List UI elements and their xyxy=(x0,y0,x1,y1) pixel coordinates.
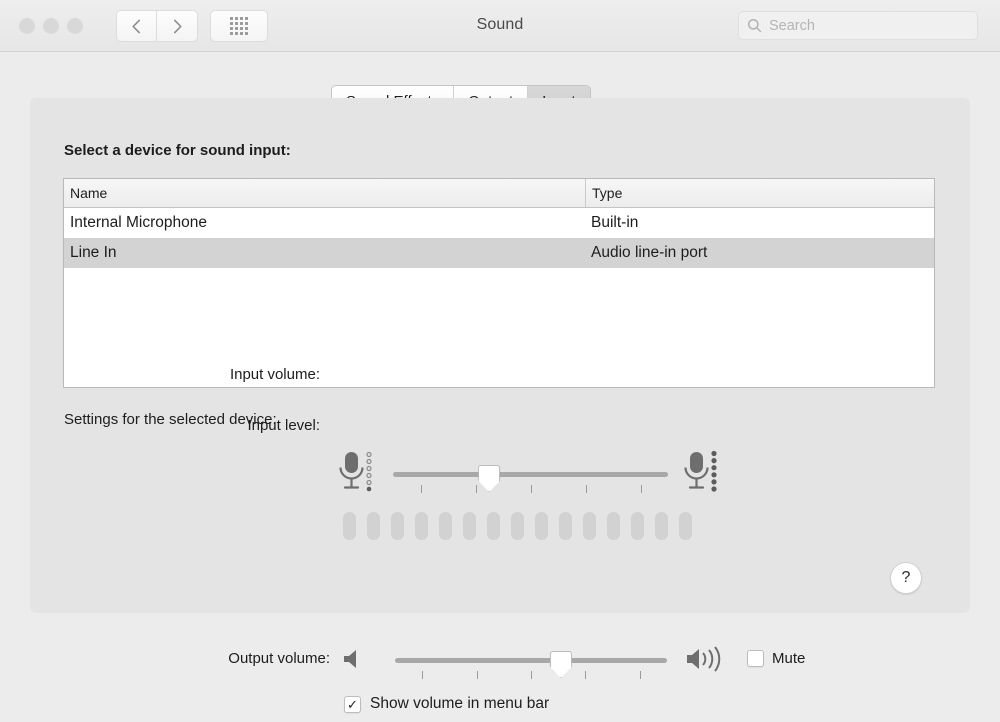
level-segment xyxy=(415,512,428,540)
level-segment xyxy=(535,512,548,540)
slider-tick xyxy=(530,485,532,493)
show-volume-label: Show volume in menu bar xyxy=(370,695,550,712)
slider-tick xyxy=(585,485,587,493)
level-segment xyxy=(463,512,476,540)
slider-tick xyxy=(476,671,478,679)
column-header-type[interactable]: Type xyxy=(585,179,934,207)
speaker-loud-icon xyxy=(684,644,732,679)
input-volume-label: Input volume: xyxy=(229,366,320,383)
microphone-quiet-icon xyxy=(338,450,376,497)
slider-tick xyxy=(585,671,587,679)
slider-tick xyxy=(422,671,424,679)
speaker-quiet-icon xyxy=(341,646,367,677)
table-row[interactable]: Internal Microphone Built-in xyxy=(64,208,934,238)
search-placeholder: Search xyxy=(769,17,815,34)
level-segment xyxy=(439,512,452,540)
level-segment xyxy=(631,512,644,540)
column-header-name[interactable]: Name xyxy=(64,179,585,207)
slider-track xyxy=(393,472,668,477)
slider-track xyxy=(395,658,667,663)
level-segment xyxy=(487,512,500,540)
search-input[interactable]: Search xyxy=(738,11,978,40)
mute-checkbox-group[interactable]: Mute xyxy=(747,650,805,667)
slider-ticks xyxy=(393,485,668,493)
cell-device-name: Line In xyxy=(70,244,117,261)
table-header-row: Name Type xyxy=(64,179,934,208)
mute-label: Mute xyxy=(772,650,806,667)
cell-device-name: Internal Microphone xyxy=(70,214,207,231)
cell-device-type: Built-in xyxy=(591,214,639,231)
section-title: Select a device for sound input: xyxy=(64,142,291,159)
level-segment xyxy=(655,512,668,540)
device-table[interactable]: Name Type Internal Microphone Built-in L… xyxy=(63,178,935,388)
level-segment xyxy=(559,512,572,540)
level-segment xyxy=(391,512,404,540)
mute-checkbox[interactable] xyxy=(747,650,764,667)
input-level-meter xyxy=(343,512,692,540)
slider-tick xyxy=(475,485,477,493)
level-segment xyxy=(607,512,620,540)
show-volume-menubar-group[interactable]: ✓ Show volume in menu bar xyxy=(344,695,549,713)
level-segment xyxy=(367,512,380,540)
slider-tick xyxy=(531,671,532,679)
help-button[interactable]: ? xyxy=(890,562,922,594)
level-segment xyxy=(679,512,692,540)
table-row[interactable]: Line In Audio line-in port xyxy=(64,238,934,268)
level-segment xyxy=(511,512,524,540)
slider-tick xyxy=(420,485,422,493)
search-icon xyxy=(747,18,762,33)
microphone-loud-icon xyxy=(683,450,721,497)
title-bar: Sound Search xyxy=(0,0,1000,52)
level-segment xyxy=(583,512,596,540)
checkmark-icon: ✓ xyxy=(347,696,358,712)
input-level-label: Input level: xyxy=(247,417,320,434)
slider-ticks xyxy=(395,671,667,679)
show-volume-checkbox[interactable]: ✓ xyxy=(344,695,361,713)
slider-tick xyxy=(639,671,641,679)
level-segment xyxy=(343,512,356,540)
output-volume-label: Output volume: xyxy=(228,650,330,667)
cell-device-type: Audio line-in port xyxy=(591,244,708,261)
slider-tick xyxy=(640,485,642,493)
